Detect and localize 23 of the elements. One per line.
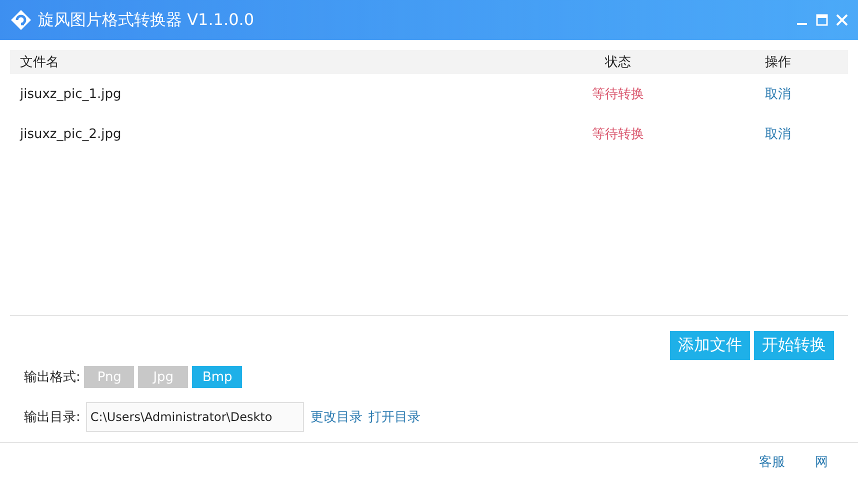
format-option[interactable]: Bmp [192, 366, 242, 388]
footer-link[interactable]: 网 [815, 453, 828, 471]
action-button[interactable]: 添加文件 [670, 331, 750, 360]
cancel-link[interactable]: 取消 [765, 87, 791, 102]
directory-link[interactable]: 打开目录 [368, 408, 420, 426]
footer-link[interactable]: 客服 [759, 453, 785, 471]
status-text: 等待转换 [591, 126, 645, 143]
cancel-link[interactable]: 取消 [765, 127, 791, 142]
column-header: 状态 [604, 54, 632, 71]
app-logo-icon [10, 9, 32, 31]
format-label: 输出格式: [24, 369, 80, 386]
directory-link[interactable]: 更改目录 [310, 408, 362, 426]
status-text: 等待转换 [591, 86, 645, 103]
column-header: 文件名 [19, 54, 60, 71]
file-name: jisuxz_pic_1.jpg [18, 86, 122, 102]
action-button[interactable]: 开始转换 [754, 331, 834, 360]
directory-label: 输出目录: [24, 409, 80, 426]
directory-field[interactable]: C:\Users\Administrator\Deskto [86, 402, 304, 432]
column-header: 操作 [764, 54, 792, 71]
maximize-icon[interactable] [816, 14, 828, 26]
window-title: 旋风图片格式转换器 V1.1.0.0 [38, 10, 256, 30]
file-name: jisuxz_pic_2.jpg [18, 126, 122, 142]
close-icon[interactable] [836, 14, 848, 26]
